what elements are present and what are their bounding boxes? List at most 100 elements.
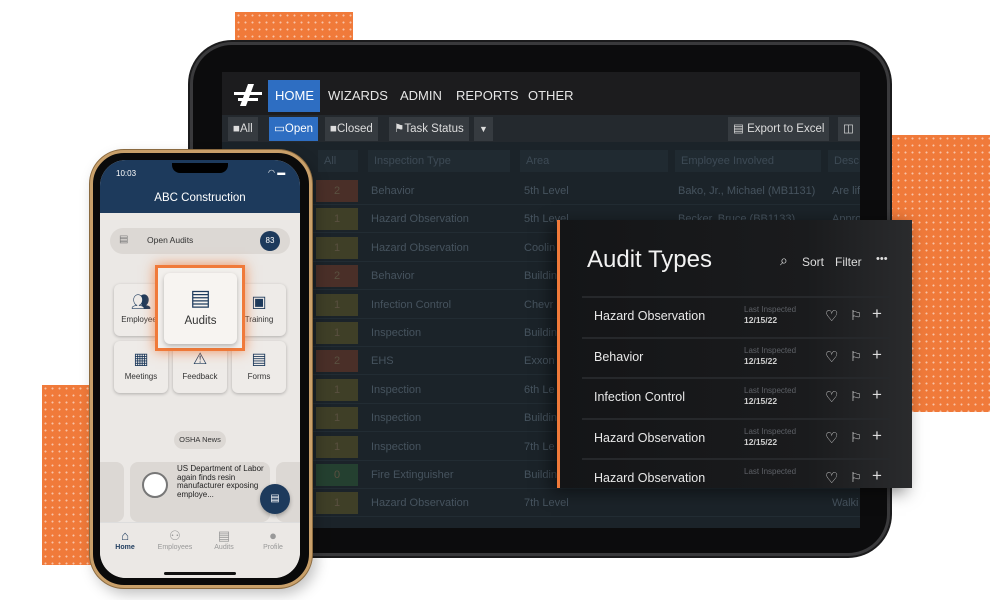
audit-type-name: Hazard Observation [594,430,706,445]
tile-audits-highlight[interactable]: ▤ Audits [155,265,245,351]
count-badge: 1 [316,407,358,430]
bottom-nav-audits[interactable]: ▤ Audits [199,528,249,551]
folder-open-icon: ▭ [274,123,285,135]
bottom-nav-home[interactable]: ⌂ Home [100,528,150,551]
excel-icon: ▤ [733,123,748,135]
inspection-type-cell: Inspection [371,383,422,396]
tile-label: Forms [247,372,271,381]
open-audits-pill[interactable]: ▤ Open Audits 83 [110,228,290,254]
table-row[interactable]: 2 Behavior 5th Level Bako, Jr., Michael … [222,177,860,205]
audit-type-item[interactable]: Behavior Last Inspected 12/15/22 ♡ ⚐ + [582,336,890,377]
flag-icon[interactable]: ⚐ [850,430,862,446]
news-card-prev[interactable] [100,462,124,522]
top-nav: HOME WIZARDS ADMIN REPORTS OTHER [222,72,860,115]
nav-reports[interactable]: REPORTS [449,80,526,112]
search-icon[interactable]: ⌕ [780,252,788,269]
last-inspected-date: 12/15/22 [744,355,778,366]
nav-label: Home [115,544,135,551]
heart-icon[interactable]: ♡ [825,307,838,325]
company-title: ABC Construction [154,192,246,204]
count-filter[interactable]: All [318,150,358,172]
filter-open-button[interactable]: ▭Open [269,117,319,141]
toolbar: ■All ▭Open ■Closed ⚑Task Status ▼ ▤ Expo… [222,115,860,142]
fab-new-audit-button[interactable]: ▤ [260,484,290,514]
last-inspected-label: Last Inspected [744,426,797,436]
export-label: Export to Excel [747,123,825,135]
sort-button[interactable]: Sort [802,255,824,269]
nav-wizards[interactable]: WIZARDS [321,80,395,112]
audit-type-item[interactable]: Hazard Observation Last Inspected 12/15/… [582,296,890,336]
folder-icon: ■ [330,123,337,135]
table-row[interactable]: 1 Hazard Observation 7th Level Walki [222,489,860,518]
task-status-button[interactable]: ⚑Task Status [389,117,469,141]
count-badge: 1 [316,378,358,401]
document-icon: ▤ [251,351,267,368]
audit-type-name: Infection Control [594,390,686,404]
task-status-label: Task Status [404,123,464,135]
phone-header: 10:03 ◠ ▬ ABC Construction [100,160,300,213]
dol-seal-icon [142,472,168,498]
filter-closed-button[interactable]: ■Closed [325,117,378,141]
desc-cell: Walki [832,497,859,510]
nav-home[interactable]: HOME [268,80,320,112]
inspection-type-cell: Hazard Observation [371,213,469,226]
employee-cell [678,489,818,517]
open-audits-label: Open Audits [147,235,194,245]
columns-icon: ◫ [843,123,854,135]
news-text: US Department of Labor again finds resin… [177,464,264,499]
count-badge: 0 [316,464,358,486]
audit-type-item[interactable]: Hazard Observation Last Inspected ♡ ⚐ + [582,458,890,488]
wifi-battery-icon: ◠ ▬ [268,168,286,177]
nav-other[interactable]: OTHER [521,80,581,112]
more-icon[interactable]: ••• [876,253,888,265]
logo-icon [234,84,262,106]
plus-icon[interactable]: + [872,345,882,365]
flag-icon[interactable]: ⚐ [850,349,862,365]
last-inspected-date: 12/15/22 [744,396,778,406]
tile-label: Audits [184,315,217,327]
flag-icon[interactable]: ⚐ [850,389,862,405]
nav-label: Profile [263,544,283,551]
filter-button[interactable]: Filter [835,255,862,269]
desc-filter[interactable]: Desc [828,150,860,172]
plus-icon[interactable]: + [872,466,882,486]
count-badge: 2 [316,265,358,288]
flag-icon[interactable]: ⚐ [850,470,862,486]
inspection-type-cell: Behavior [371,185,415,197]
heart-icon[interactable]: ♡ [825,348,838,366]
heart-icon[interactable]: ♡ [825,469,838,487]
count-badge: 2 [316,350,358,373]
all-label: All [239,123,253,135]
export-excel-button[interactable]: ▤ Export to Excel [728,117,830,141]
news-card[interactable]: US Department of Labor again finds resin… [130,462,270,522]
last-inspected-date: 12/15/22 [744,315,778,325]
tile-label: Feedback [182,372,218,381]
last-inspected-date: 12/15/22 [744,436,778,447]
audit-type-item[interactable]: Infection Control Last Inspected 12/15/2… [582,377,890,417]
count-badge: 1 [316,208,358,231]
nav-admin[interactable]: ADMIN [393,80,449,112]
audit-type-item[interactable]: Hazard Observation Last Inspected 12/15/… [582,417,890,458]
osha-news-label: OSHA News [174,431,226,449]
employee-filter[interactable]: Employee Involved [675,150,821,172]
inspection-type-filter[interactable]: Inspection Type [368,150,510,172]
heart-icon[interactable]: ♡ [825,388,838,406]
tag-icon: ■ [233,123,240,135]
bottom-nav-employees[interactable]: ⚇ Employees [150,528,200,551]
area-filter[interactable]: Area [520,150,668,172]
inspection-type-cell: Hazard Observation [371,241,469,254]
heart-icon[interactable]: ♡ [825,429,838,447]
task-status-dropdown[interactable]: ▼ [474,117,493,141]
plus-icon[interactable]: + [872,426,882,446]
profile-icon: ● [269,528,277,543]
filter-all-button[interactable]: ■All [228,117,258,141]
feedback-icon: ⚠︎ [192,351,208,368]
count-badge: 1 [316,293,358,316]
flag-icon[interactable]: ⚐ [850,308,862,324]
plus-icon[interactable]: + [872,385,882,405]
inspection-type-cell: Hazard Observation [371,497,469,510]
bottom-nav-profile[interactable]: ● Profile [248,528,298,551]
count-badge: 1 [316,322,358,344]
plus-icon[interactable]: + [872,304,882,324]
columns-button[interactable]: ◫ [838,117,860,141]
